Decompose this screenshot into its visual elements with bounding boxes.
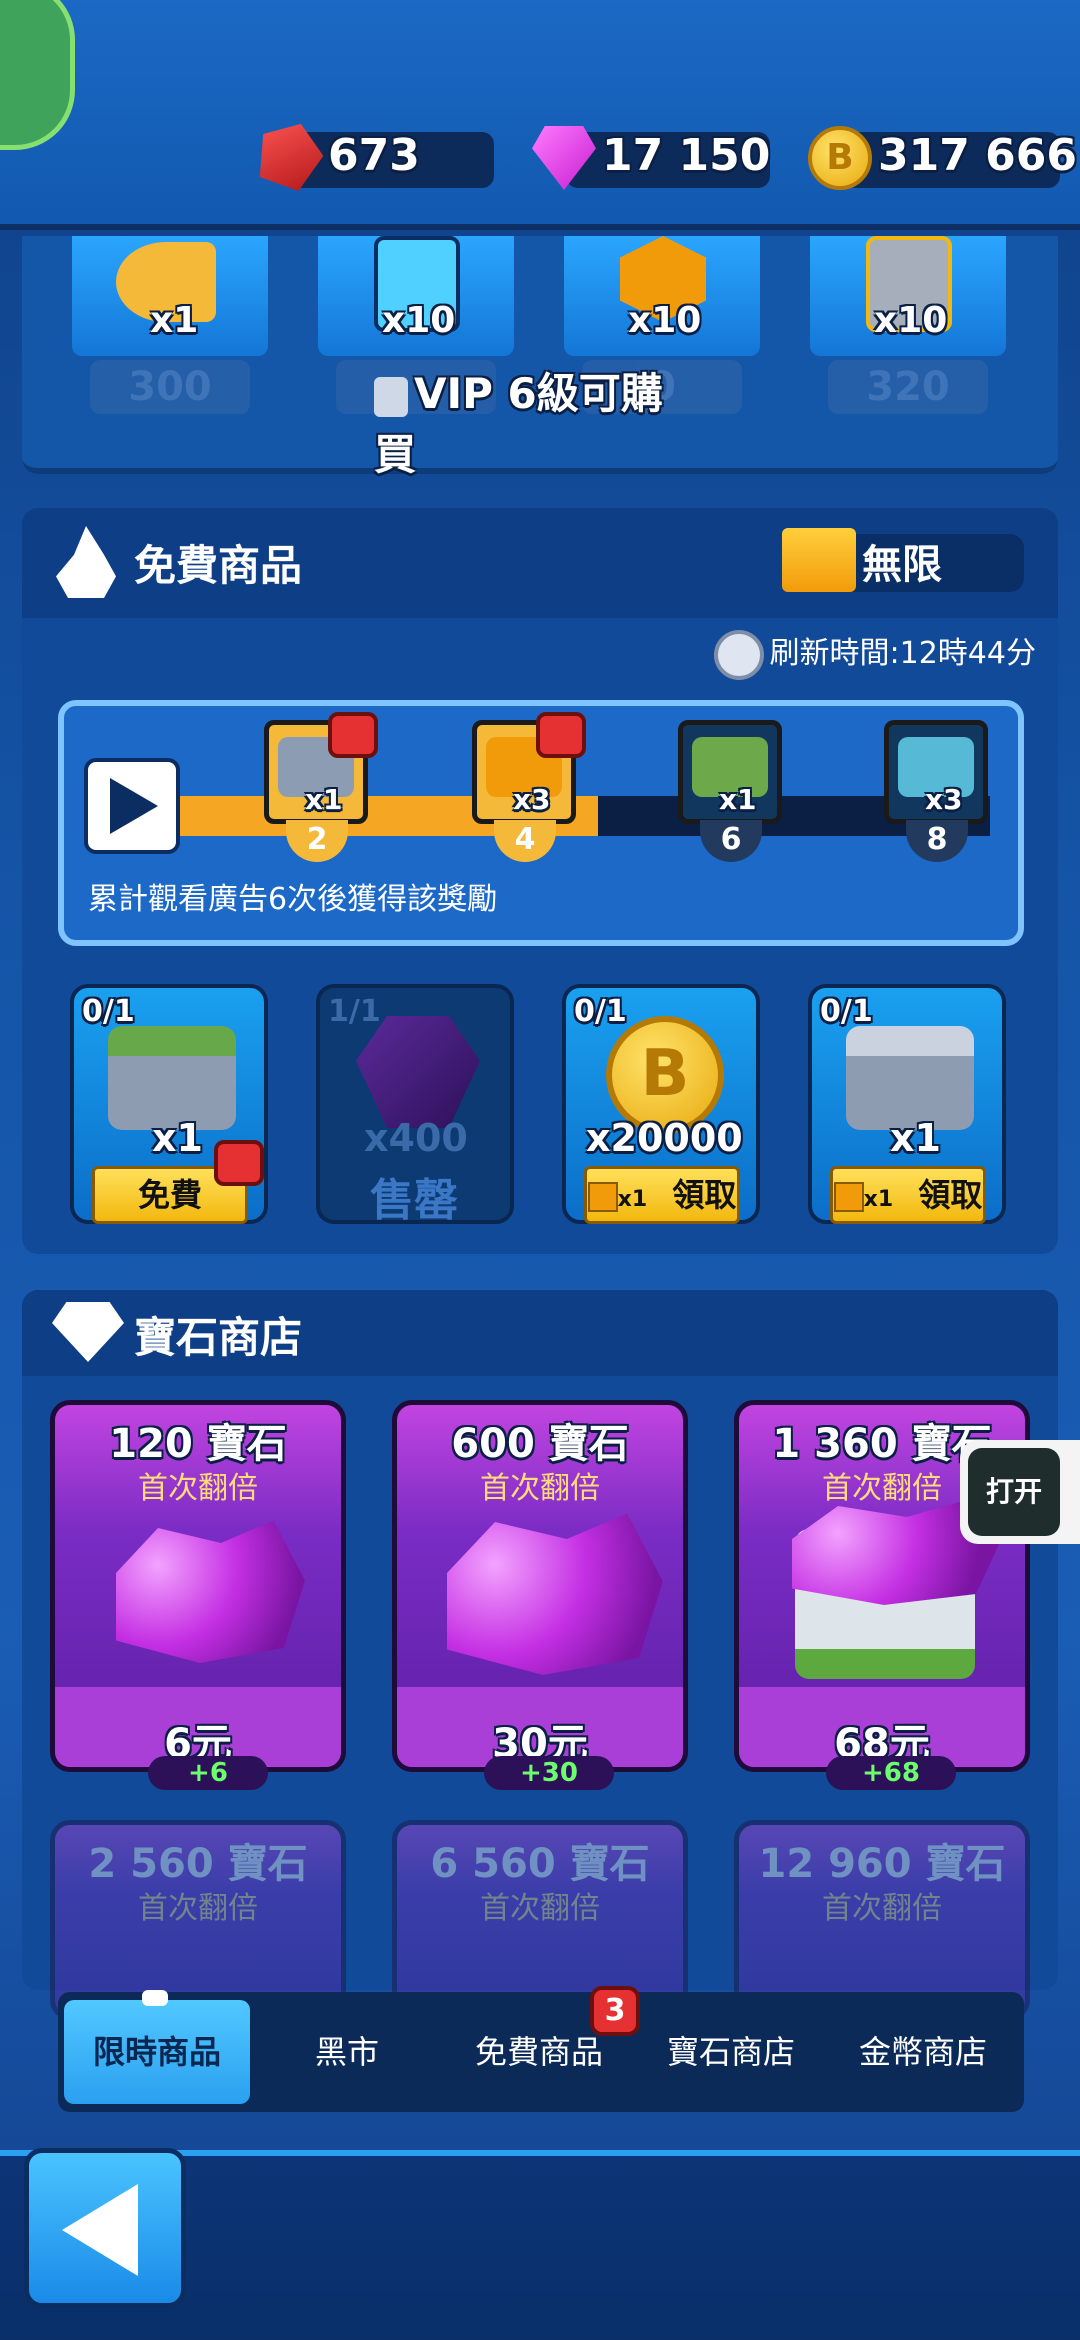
free-section-title: 免費商品 bbox=[134, 541, 303, 590]
tab-coin-shop[interactable]: 金幣商店 bbox=[830, 2000, 1016, 2104]
vip-item-qty: x10 bbox=[628, 300, 702, 341]
card-qty: x1 bbox=[152, 1116, 203, 1160]
green-chest-icon bbox=[108, 1026, 236, 1130]
clock-icon bbox=[713, 629, 764, 680]
vip-price-1: 300 bbox=[90, 360, 250, 414]
gem-pack-600[interactable]: 600 寶石 首次翻倍 30元 bbox=[392, 1400, 688, 1772]
gem-amount: 17 150 bbox=[602, 130, 771, 181]
vip-item-helmet[interactable]: x10 bbox=[810, 236, 1006, 356]
coin-icon: B bbox=[808, 126, 872, 190]
ticket-cost: x1 bbox=[863, 1187, 894, 1212]
refresh-timer: 刷新時間:12時44分 bbox=[713, 628, 1036, 680]
vip-lock-notice: VIP 6級可購買 bbox=[374, 360, 704, 479]
free-card-chest[interactable]: 0/1 x1 免費 bbox=[70, 984, 268, 1224]
ad-progress-caption: 累計觀看廣告6次後獲得該獎勵 bbox=[88, 882, 498, 917]
free-card-grey-chest[interactable]: 0/1 x1 x1 領取 bbox=[808, 984, 1006, 1224]
milestone-reward-3[interactable]: x1 bbox=[678, 720, 782, 824]
gem-shop-title: 寶石商店 bbox=[134, 1313, 303, 1362]
vip-item-scroll[interactable]: x10 bbox=[318, 236, 514, 356]
coin-amount: 317 666 bbox=[878, 130, 1078, 181]
ad-ticket-icon bbox=[833, 1182, 864, 1212]
card-qty: x400 bbox=[364, 1116, 468, 1160]
free-card-coins[interactable]: 0/1 B x20000 x1 領取 bbox=[562, 984, 760, 1224]
vip-item-badge[interactable]: x10 bbox=[564, 236, 760, 356]
ruby-amount: 673 bbox=[328, 130, 420, 181]
sold-out-label: 售罄 bbox=[370, 1175, 458, 1226]
notification-dot bbox=[536, 712, 586, 758]
card-qty: x1 bbox=[890, 1116, 941, 1160]
purchase-count: 1/1 bbox=[328, 994, 381, 1029]
purchase-count: 0/1 bbox=[820, 994, 873, 1029]
milestone-qty: x1 bbox=[305, 783, 343, 816]
vip-item-qty: x10 bbox=[874, 300, 948, 341]
claim-label: 領取 bbox=[918, 1176, 983, 1214]
ad-ticket-label: 無限 bbox=[862, 542, 942, 588]
vip-item-qty: x1 bbox=[150, 300, 199, 341]
claim-label: 領取 bbox=[672, 1176, 737, 1214]
gem-pack-title: 600 寶石 bbox=[451, 1421, 629, 1467]
open-button[interactable]: 打开 bbox=[968, 1448, 1060, 1536]
card-qty: x20000 bbox=[586, 1116, 743, 1160]
free-card-gem[interactable]: 1/1 x400 售罄 bbox=[316, 984, 514, 1226]
gem-pack-title: 2 560 寶石 bbox=[88, 1841, 308, 1887]
ad-ticket-icon bbox=[782, 528, 856, 592]
purple-gem-icon bbox=[356, 1016, 480, 1128]
milestone-reward-4[interactable]: x3 bbox=[884, 720, 988, 824]
vip-bonus: +6 bbox=[148, 1756, 268, 1790]
gem-pile-icon bbox=[116, 1520, 305, 1663]
vip-item-qty: x10 bbox=[382, 300, 456, 341]
tab-limited[interactable]: 限時商品 bbox=[64, 2000, 250, 2104]
gem-pack-6560[interactable]: 6 560 寶石 首次翻倍 bbox=[392, 1820, 688, 2020]
gem-pack-12960[interactable]: 12 960 寶石 首次翻倍 bbox=[734, 1820, 1030, 2020]
notification-dot bbox=[214, 1140, 264, 1186]
first-double-label: 首次翻倍 bbox=[480, 1891, 600, 1926]
milestone-qty: x3 bbox=[925, 783, 963, 816]
gem-pack-2560[interactable]: 2 560 寶石 首次翻倍 bbox=[50, 1820, 346, 2020]
vip-item-key[interactable]: x1 bbox=[72, 236, 268, 356]
ticket-cost: x1 bbox=[617, 1187, 648, 1212]
claim-button[interactable]: x1 領取 bbox=[830, 1166, 986, 1224]
vip-price-4: 320 bbox=[828, 360, 988, 414]
top-bar bbox=[0, 0, 1080, 230]
tab-gem-shop[interactable]: 寶石商店 bbox=[638, 2000, 824, 2104]
grey-chest-icon bbox=[846, 1026, 974, 1130]
vip-bonus: +30 bbox=[484, 1756, 614, 1790]
claim-button[interactable]: x1 領取 bbox=[584, 1166, 740, 1224]
tab-black-market[interactable]: 黑市 bbox=[254, 2000, 440, 2104]
refresh-text: 刷新時間:12時44分 bbox=[769, 636, 1036, 671]
purchase-count: 0/1 bbox=[82, 994, 135, 1029]
play-icon bbox=[110, 778, 158, 834]
back-arrow-icon bbox=[62, 2184, 138, 2276]
gem-pack-120[interactable]: 120 寶石 首次翻倍 6元 bbox=[50, 1400, 346, 1772]
first-double-label: 首次翻倍 bbox=[480, 1471, 600, 1506]
first-double-label: 首次翻倍 bbox=[822, 1891, 942, 1926]
milestone-qty: x3 bbox=[513, 783, 551, 816]
gem-pile-icon bbox=[447, 1513, 663, 1675]
gem-pack-title: 6 560 寶石 bbox=[430, 1841, 650, 1887]
first-double-label: 首次翻倍 bbox=[138, 1891, 258, 1926]
purchase-count: 0/1 bbox=[574, 994, 627, 1029]
vip-bonus: +68 bbox=[826, 1756, 956, 1790]
ad-ticket-icon bbox=[587, 1182, 618, 1212]
milestone-qty: x1 bbox=[719, 783, 757, 816]
gem-pack-title: 120 寶石 bbox=[109, 1421, 287, 1467]
notification-dot bbox=[328, 712, 378, 758]
free-items-badge: 3 bbox=[590, 1986, 640, 2036]
lock-icon bbox=[374, 376, 408, 417]
gem-pack-title: 12 960 寶石 bbox=[758, 1841, 1006, 1887]
first-double-label: 首次翻倍 bbox=[138, 1471, 258, 1506]
active-tab-indicator bbox=[142, 1990, 168, 2006]
